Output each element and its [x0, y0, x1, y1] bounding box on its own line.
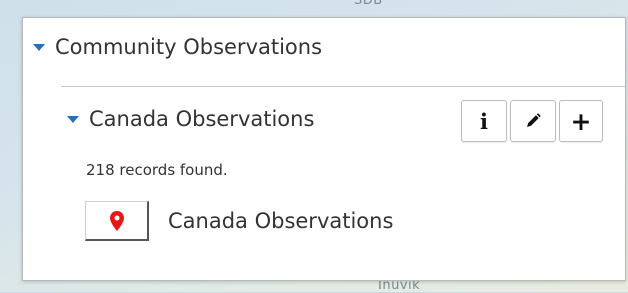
- edit-button[interactable]: [510, 100, 556, 142]
- divider: [61, 86, 625, 87]
- legend-item: Canada Observations: [85, 201, 393, 241]
- layer-header-canada-observations[interactable]: Canada Observations: [67, 104, 314, 134]
- map-marker-icon: [109, 210, 124, 231]
- plus-icon: +: [570, 106, 592, 136]
- caret-down-icon[interactable]: [67, 115, 79, 123]
- pencil-icon: [527, 113, 541, 127]
- symbol-button[interactable]: [85, 201, 149, 241]
- layer-panel: Community Observations Canada Observatio…: [22, 17, 626, 281]
- records-count: 218 records found.: [86, 161, 228, 179]
- caret-down-icon[interactable]: [33, 43, 45, 51]
- section-title: Community Observations: [55, 35, 323, 59]
- layer-tool-buttons: i +: [461, 100, 603, 142]
- info-icon: i: [480, 108, 488, 134]
- legend-label: Canada Observations: [168, 209, 394, 233]
- info-button[interactable]: i: [461, 100, 507, 142]
- section-header-community-observations[interactable]: Community Observations: [33, 32, 322, 62]
- map-place-label: SDB: [354, 0, 383, 8]
- add-button[interactable]: +: [559, 100, 603, 142]
- layer-title: Canada Observations: [89, 107, 315, 131]
